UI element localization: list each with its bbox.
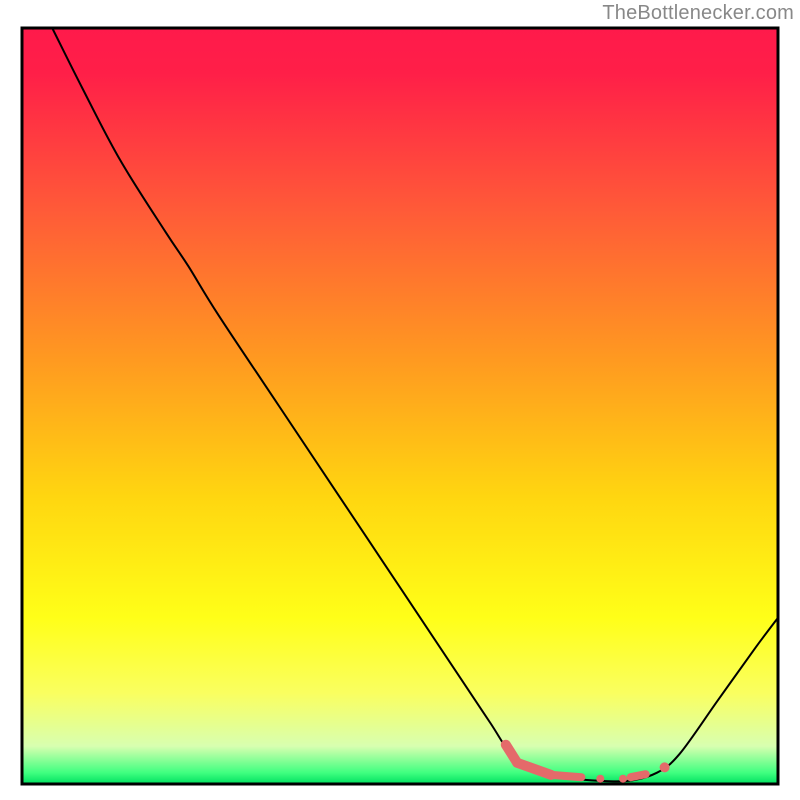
chart-container: TheBottlenecker.com [0,0,800,800]
gradient-background [22,28,778,784]
marker-segment [631,774,646,777]
marker-dot [660,762,670,772]
watermark-label: TheBottlenecker.com [602,2,794,25]
marker-dot [619,775,627,783]
plot-area [22,28,778,784]
marker-dot [596,775,604,783]
bottleneck-chart [0,0,800,800]
marker-segment [551,775,581,777]
